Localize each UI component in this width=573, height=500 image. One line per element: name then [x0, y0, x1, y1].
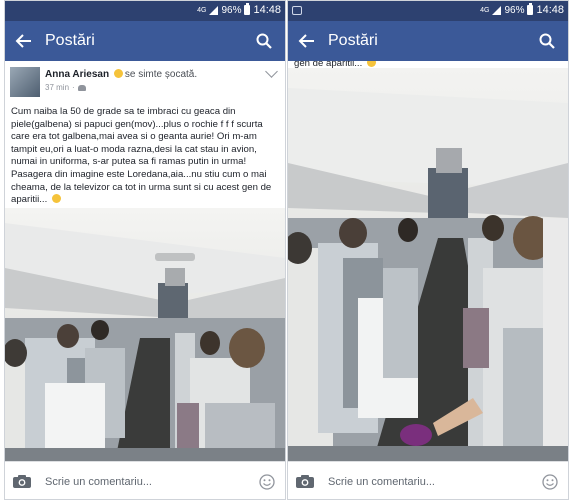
post-text: Cum naiba la 50 de grade sa te imbraci c…: [11, 106, 281, 207]
author-line: Anna Ariesan se simte șocată.: [45, 69, 197, 80]
page-title: Postări: [328, 32, 378, 49]
post-photo-airplane-cabin[interactable]: [5, 208, 285, 461]
smiley-icon[interactable]: [259, 474, 275, 490]
meta-separator: ·: [72, 83, 75, 92]
camera-icon[interactable]: [296, 475, 314, 488]
status-bar: 4G 96% 14:48: [5, 1, 285, 21]
search-icon[interactable]: [538, 32, 556, 50]
search-icon[interactable]: [255, 32, 273, 50]
battery-icon: [244, 3, 251, 15]
phone-screenshot-right: 4G 96% 14:48 Postări gen de aparitii...: [287, 0, 569, 500]
back-arrow-icon[interactable]: [298, 32, 316, 50]
page-title: Postări: [45, 32, 95, 49]
post-feed: Anna Ariesan se simte șocată. 37 min · C…: [5, 61, 285, 461]
comment-bar: [5, 461, 285, 499]
post-photo-airplane-cabin[interactable]: [288, 68, 568, 461]
post-body: Cum naiba la 50 de grade sa te imbraci c…: [11, 106, 272, 206]
app-bar: Postări: [288, 21, 568, 61]
post-time[interactable]: 37 min: [45, 83, 69, 92]
battery-percent: 96%: [221, 4, 242, 16]
post-meta: 37 min ·: [45, 83, 86, 92]
clock: 14:48: [536, 4, 564, 16]
battery-percent: 96%: [504, 4, 525, 16]
app-bar: Postări: [5, 21, 285, 61]
comment-input[interactable]: [45, 470, 240, 494]
back-arrow-icon[interactable]: [15, 32, 33, 50]
camera-icon[interactable]: [13, 475, 31, 488]
network-type: 4G: [480, 6, 490, 14]
post-feed: gen de aparitii...: [288, 61, 568, 461]
feeling-text: se simte șocată.: [124, 69, 198, 80]
friends-icon: [77, 84, 86, 91]
embarrassed-emoji-icon: [366, 61, 376, 67]
battery-icon: [527, 3, 534, 15]
smiley-icon[interactable]: [542, 474, 558, 490]
notification-icon: [292, 6, 302, 15]
signal-icon: [209, 5, 219, 15]
status-bar: 4G 96% 14:48: [288, 1, 568, 21]
embarrassed-emoji-icon: [51, 194, 61, 204]
shocked-emoji-icon: [113, 69, 123, 78]
status-icons: 4G 96% 14:48: [197, 3, 281, 16]
status-icons: 4G 96% 14:48: [480, 3, 564, 16]
clock: 14:48: [253, 4, 281, 16]
chevron-down-icon[interactable]: [265, 65, 278, 78]
avatar[interactable]: [10, 67, 40, 97]
network-type: 4G: [197, 6, 207, 14]
phone-screenshot-left: 4G 96% 14:48 Postări Anna Ariesan se sim…: [4, 0, 286, 500]
signal-icon: [492, 5, 502, 15]
comment-input[interactable]: [328, 470, 523, 494]
comment-bar: [288, 461, 568, 499]
author-name[interactable]: Anna Ariesan: [45, 69, 109, 80]
post-header: Anna Ariesan se simte șocată. 37 min ·: [5, 61, 285, 99]
